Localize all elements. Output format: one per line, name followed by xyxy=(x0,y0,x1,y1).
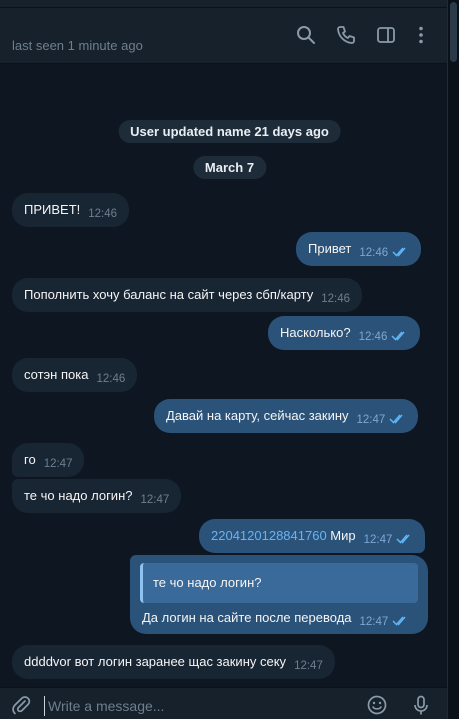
message-text: го xyxy=(24,452,36,467)
read-check-icon xyxy=(396,533,413,544)
message-text: ddddvor вот логин заранее щас закину сек… xyxy=(24,654,287,669)
message-body: Да логин на сайте после перевода 12:47 xyxy=(142,610,409,630)
message-text: Мир xyxy=(326,528,356,543)
message-outgoing[interactable]: Привет 12:46 xyxy=(296,232,422,266)
window-top-strip xyxy=(0,0,447,8)
message-time: 12:47 xyxy=(294,660,323,672)
reply-quote-text: те чо надо логин? xyxy=(153,575,262,590)
message-time: 12:46 xyxy=(321,293,351,305)
message-text: ПРИВЕТ! xyxy=(24,202,81,217)
message-time: 12:46 xyxy=(88,208,118,220)
sidebar-toggle-icon[interactable] xyxy=(375,24,397,46)
message-text: Пополнить хочу баланс на сайт через сбп/… xyxy=(24,287,314,302)
more-icon[interactable] xyxy=(410,24,432,46)
card-number-link[interactable]: 2204120128841760 xyxy=(211,528,327,543)
message-time: 12:46 xyxy=(96,373,126,385)
scrollbar[interactable] xyxy=(447,0,459,719)
message-incoming[interactable]: го 12:47 xyxy=(12,443,85,477)
message-input[interactable] xyxy=(44,696,344,716)
message-incoming[interactable]: сотэн пока 12:46 xyxy=(12,358,138,392)
message-time: 12:47 xyxy=(43,458,73,470)
scrollbar-thumb[interactable] xyxy=(450,2,457,62)
message-time: 12:46 xyxy=(358,331,388,343)
read-check-icon xyxy=(389,413,406,424)
read-check-icon xyxy=(392,246,409,257)
phone-icon[interactable] xyxy=(335,24,357,46)
read-check-icon xyxy=(391,330,408,341)
message-incoming[interactable]: ПРИВЕТ! 12:46 xyxy=(12,193,130,227)
search-icon[interactable] xyxy=(295,24,317,46)
message-text: те чо надо логин? xyxy=(24,488,133,503)
message-time: 12:46 xyxy=(359,247,389,259)
message-incoming[interactable]: ddddvor вот логин заранее щас закину сек… xyxy=(12,645,335,679)
chat-header: last seen 1 minute ago xyxy=(0,8,447,64)
message-outgoing-reply[interactable]: те чо надо логин? Да логин на сайте посл… xyxy=(130,555,428,634)
message-text: Насколько? xyxy=(280,325,351,340)
date-separator: March 7 xyxy=(192,156,267,179)
message-outgoing[interactable]: 2204120128841760 Мир 12:47 xyxy=(199,519,426,553)
message-incoming[interactable]: те чо надо логин? 12:47 xyxy=(12,479,182,513)
message-outgoing[interactable]: Насколько? 12:46 xyxy=(268,316,421,350)
last-seen-status: last seen 1 minute ago xyxy=(12,38,143,53)
reply-quote[interactable]: те чо надо логин? xyxy=(140,563,418,603)
message-time: 12:47 xyxy=(359,616,389,628)
message-time: 12:47 xyxy=(356,414,386,426)
service-name-update: User updated name 21 days ago xyxy=(118,120,341,143)
message-text: Да логин на сайте после перевода xyxy=(142,610,352,625)
message-time: 12:47 xyxy=(363,534,393,546)
emoji-icon[interactable] xyxy=(366,694,388,716)
message-outgoing[interactable]: Давай на карту, сейчас закину 12:47 xyxy=(154,399,419,433)
microphone-icon[interactable] xyxy=(410,694,432,716)
message-text: Давай на карту, сейчас закину xyxy=(166,408,349,423)
message-composer xyxy=(0,687,447,719)
message-incoming[interactable]: Пополнить хочу баланс на сайт через сбп/… xyxy=(12,278,363,312)
message-time: 12:47 xyxy=(140,494,170,506)
attach-icon[interactable] xyxy=(10,694,32,716)
message-text: сотэн пока xyxy=(24,367,89,382)
read-check-icon xyxy=(392,615,409,626)
message-text: Привет xyxy=(308,241,352,256)
